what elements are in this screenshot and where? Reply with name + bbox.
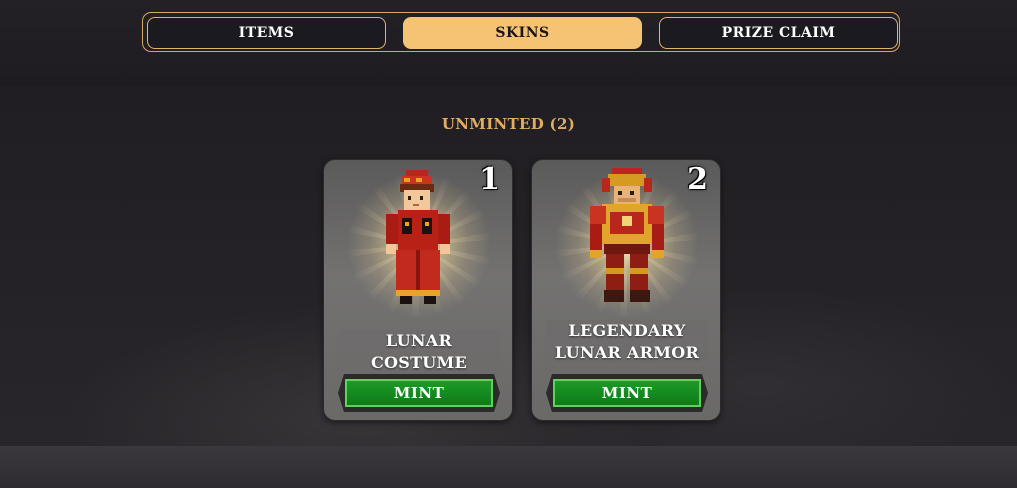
legendary-lunar-armor-sprite: [590, 168, 664, 302]
mint-button-frame: MINT: [546, 374, 708, 412]
top-bar: ITEMS SKINS PRIZE CLAIM: [0, 0, 1017, 86]
tab-skins[interactable]: SKINS: [403, 17, 642, 49]
lunar-costume-sprite: [386, 170, 450, 304]
skin-card[interactable]: 2 LEGENDARY LUNAR ARMOR MINT: [531, 159, 721, 421]
mint-button[interactable]: MINT: [345, 379, 493, 407]
tab-prize-claim[interactable]: PRIZE CLAIM: [659, 17, 898, 49]
card-number: 2: [687, 162, 708, 197]
mint-button-frame: MINT: [338, 374, 500, 412]
mint-button[interactable]: MINT: [553, 379, 701, 407]
card-number: 1: [479, 162, 500, 197]
tab-items[interactable]: ITEMS: [147, 17, 386, 49]
section-title: UNMINTED (2): [441, 115, 576, 133]
footer-strip: [0, 446, 1017, 488]
card-name: LEGENDARY LUNAR ARMOR: [546, 320, 708, 364]
tab-bar: ITEMS SKINS PRIZE CLAIM: [142, 12, 900, 52]
card-name: LUNAR COSTUME: [338, 330, 500, 374]
skin-card[interactable]: 1 LUNAR COSTUME MINT: [323, 159, 513, 421]
